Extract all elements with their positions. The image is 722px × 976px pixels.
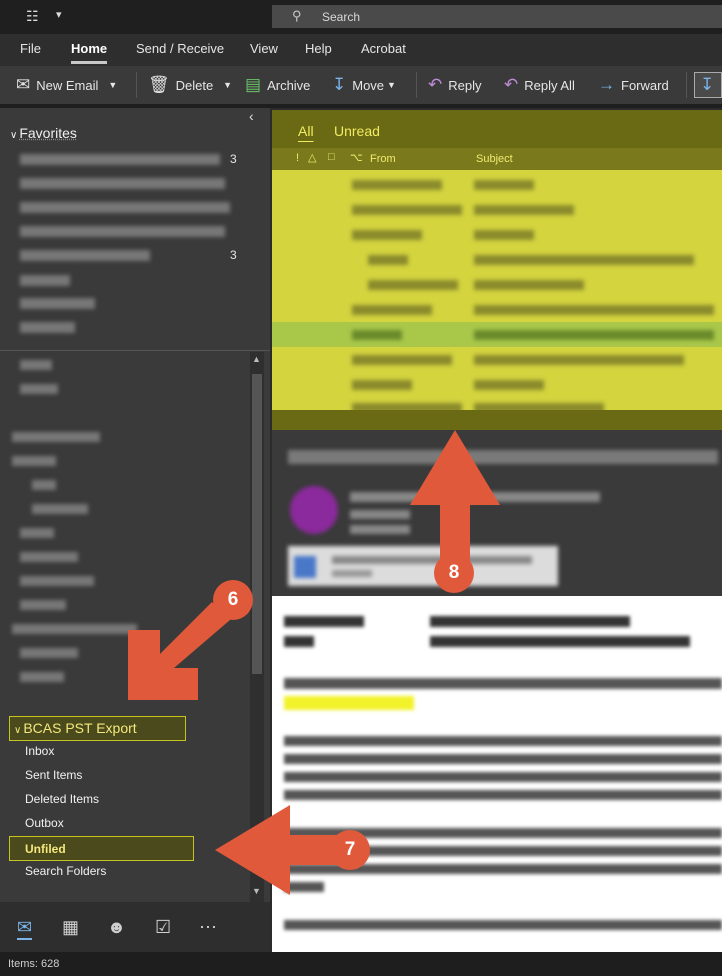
arrow-8 — [410, 430, 500, 565]
arrow-6 — [128, 602, 230, 700]
callout-badge-7: 7 — [330, 830, 370, 870]
arrow-7 — [215, 805, 345, 895]
annotation-arrows — [128, 430, 500, 895]
callout-badge-8: 8 — [434, 553, 474, 593]
callout-badge-6: 6 — [213, 580, 253, 620]
